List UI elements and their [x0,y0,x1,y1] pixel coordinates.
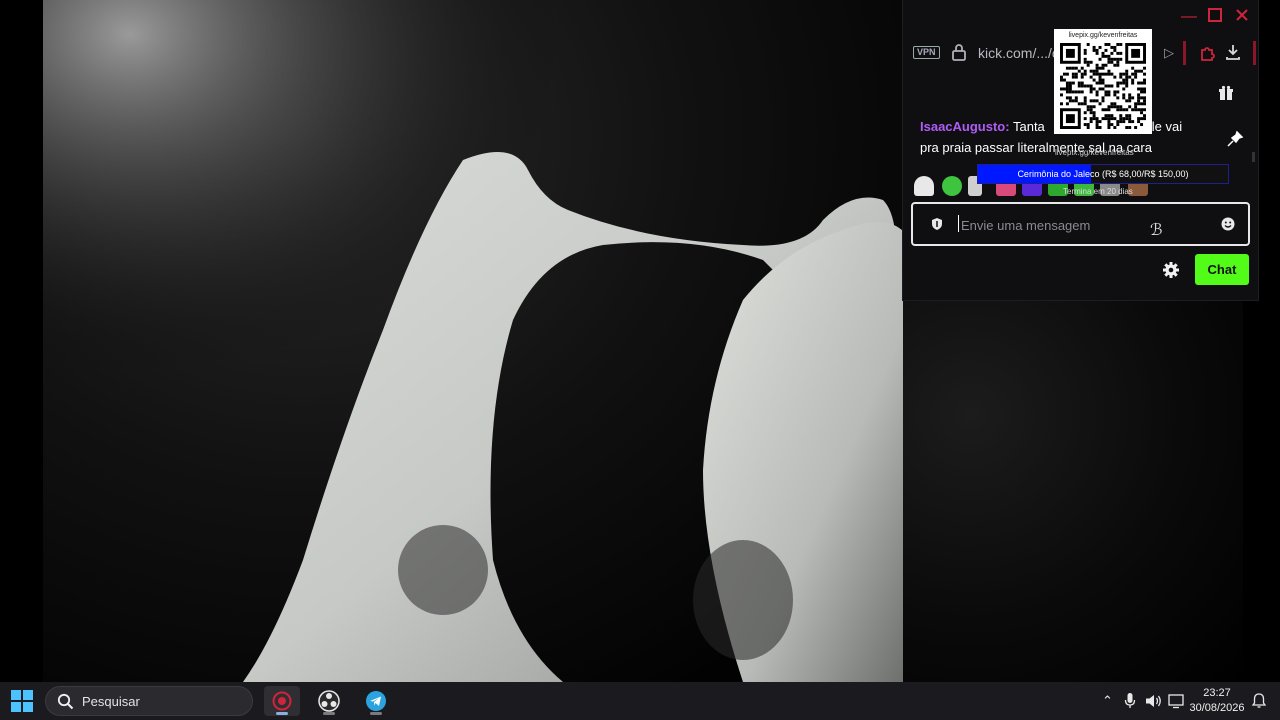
chat-colon: : [1005,119,1010,134]
search-icon [57,693,74,710]
qr-caption: livepix.gg/kevenfreitas [1068,32,1138,39]
network-icon[interactable] [1168,693,1184,709]
video-frame-image [43,0,910,682]
pin-icon[interactable] [1225,129,1245,149]
url-text[interactable]: kick.com/.../c [978,45,1059,61]
gear-icon[interactable] [1162,261,1180,279]
clock-date: 30/08/2026 [1189,702,1245,714]
recording-app-icon [272,691,292,711]
green-smile-emote[interactable] [942,176,962,196]
extensions-icon[interactable] [1198,42,1218,62]
vpn-badge[interactable]: VPN [913,46,940,59]
donation-goal-deadline: Termina em 20 dias [1063,187,1133,196]
minimize-icon[interactable]: — [1181,9,1197,25]
windows-start-icon[interactable] [11,690,33,712]
speaker-icon[interactable] [1145,693,1163,709]
search-placeholder: Pesquisar [82,694,140,709]
shield-icon[interactable] [930,217,944,231]
app-running-indicator-2 [370,712,382,715]
play-icon[interactable]: ▷ [1164,45,1174,61]
chat-scrollbar[interactable] [1252,152,1255,162]
chat-text-line1: Tanta [1012,119,1045,134]
send-chat-button[interactable]: Chat [1195,254,1249,285]
toolbar-divider-right [1253,41,1256,65]
toolbar-divider [1183,41,1186,65]
microphone-icon[interactable] [1124,692,1136,710]
ghost-emote[interactable] [914,176,934,196]
maximize-icon[interactable] [1208,8,1222,26]
lock-icon[interactable] [951,43,967,61]
taskbar-app-telegram[interactable] [358,686,394,716]
stream-video-right [903,300,1243,682]
taskbar-app-recording[interactable] [264,686,300,716]
chat-input-box[interactable]: ℬ [911,202,1250,246]
qr-code-overlay: livepix.gg/kevenfreitas [1054,29,1152,134]
taskbar-search[interactable]: Pesquisar [45,686,253,716]
clock-time: 23:27 [1203,687,1231,699]
emoji-icon[interactable] [1220,216,1236,232]
donation-goal-text: Cerimônia do Jaleco (R$ 68,00/R$ 150,00) [1017,169,1189,179]
donation-goal-bar: Cerimônia do Jaleco (R$ 68,00/R$ 150,00) [977,164,1229,184]
gift-icon[interactable] [1218,85,1234,101]
kick-chat-popup: — VPN kick.com/.../c ▷ IsaacAugusto: Tan… [903,0,1258,300]
ibeam-cursor-icon: ℬ [1150,222,1163,239]
goal-caption: livepix.gg/kevenfreitas [1055,148,1134,157]
chat-username[interactable]: IsaacAugusto [920,119,1005,134]
active-app-indicator [276,712,288,715]
app-running-indicator [323,712,335,715]
notification-bell-icon[interactable] [1252,692,1266,709]
windows-taskbar: Pesquisar ⌃ 23:27 30/08/2026 [0,682,1280,720]
download-icon[interactable] [1224,42,1242,62]
telegram-icon [366,691,386,711]
taskbar-app-obs[interactable] [311,686,347,716]
qr-code-image [1060,43,1146,129]
obs-icon [318,690,340,712]
chevron-up-icon[interactable]: ⌃ [1102,693,1113,709]
close-icon[interactable] [1235,8,1249,26]
system-clock[interactable]: 23:27 30/08/2026 [1186,686,1248,716]
stream-video [43,0,910,682]
